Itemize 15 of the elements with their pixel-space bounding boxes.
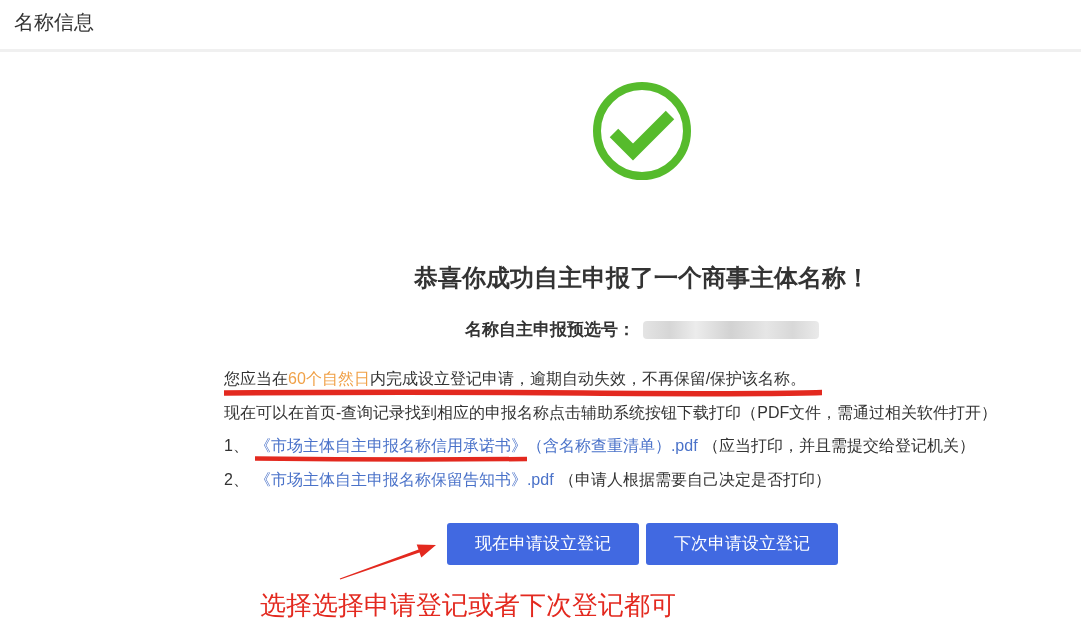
document-note: （申请人根据需要自己决定是否打印） xyxy=(558,469,831,490)
list-number: 2、 xyxy=(224,469,249,490)
success-check-icon xyxy=(592,81,692,181)
list-number: 1、 xyxy=(224,436,249,456)
document-note: （应当打印，并且需提交给登记机关） xyxy=(702,436,975,456)
instruction-text: 现在可以在首页-查询记录找到相应的申报名称点击辅助系统按钮下载打印（PDF文件，需通过相关软件打开） xyxy=(224,402,999,423)
preselection-label: 名称自主申报预选号： xyxy=(465,319,635,341)
register-button[interactable]: 现在申请设立登记 xyxy=(446,523,639,565)
document-link[interactable]: 《市场主体自主申报名称保留告知书》.pdf xyxy=(254,462,554,496)
success-title: 恭喜你成功自主申报了一个商事主体名称！ xyxy=(414,263,870,293)
annotation-text: 选择选择申请登记或者下次登记都可 xyxy=(260,589,676,622)
register-button[interactable]: 下次申请设立登记 xyxy=(645,523,838,565)
page-title: 名称信息 xyxy=(14,10,94,35)
document-link[interactable]: 《市场主体自主申报名称信用承诺书》（含名称查重清单）.pdf xyxy=(254,429,698,463)
deadline-notice: 您应当在60个自然日内完成设立登记申请，逾期自动失效，不再保留/保护该名称。 xyxy=(224,369,807,389)
